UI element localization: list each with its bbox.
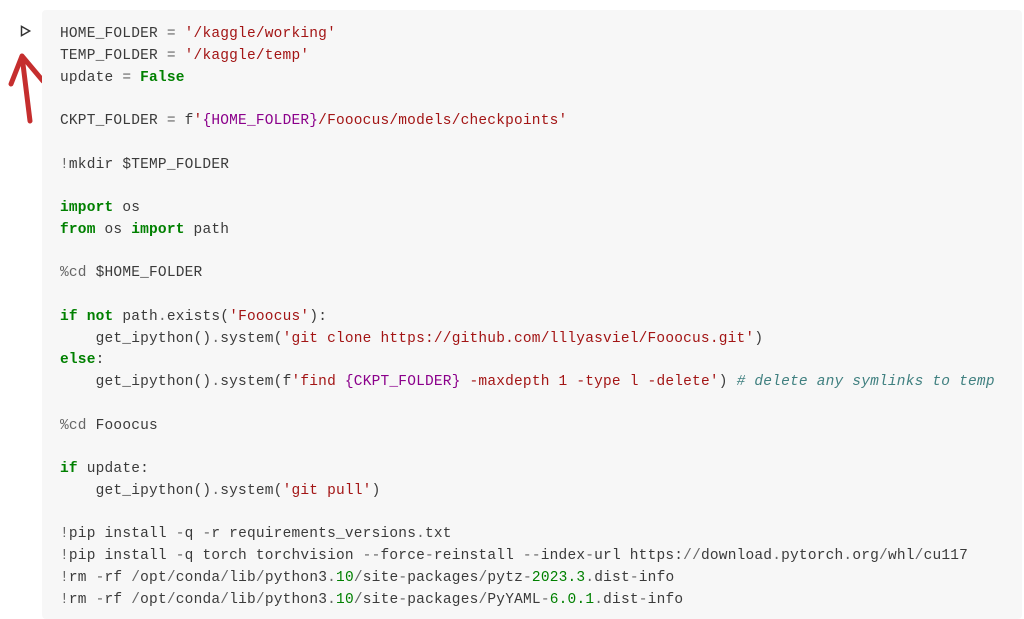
code-content: HOME_FOLDER = '/kaggle/working' TEMP_FOL… bbox=[60, 24, 1004, 611]
play-icon bbox=[18, 24, 32, 38]
run-cell-button[interactable] bbox=[16, 22, 34, 40]
code-cell[interactable]: HOME_FOLDER = '/kaggle/working' TEMP_FOL… bbox=[42, 10, 1022, 619]
